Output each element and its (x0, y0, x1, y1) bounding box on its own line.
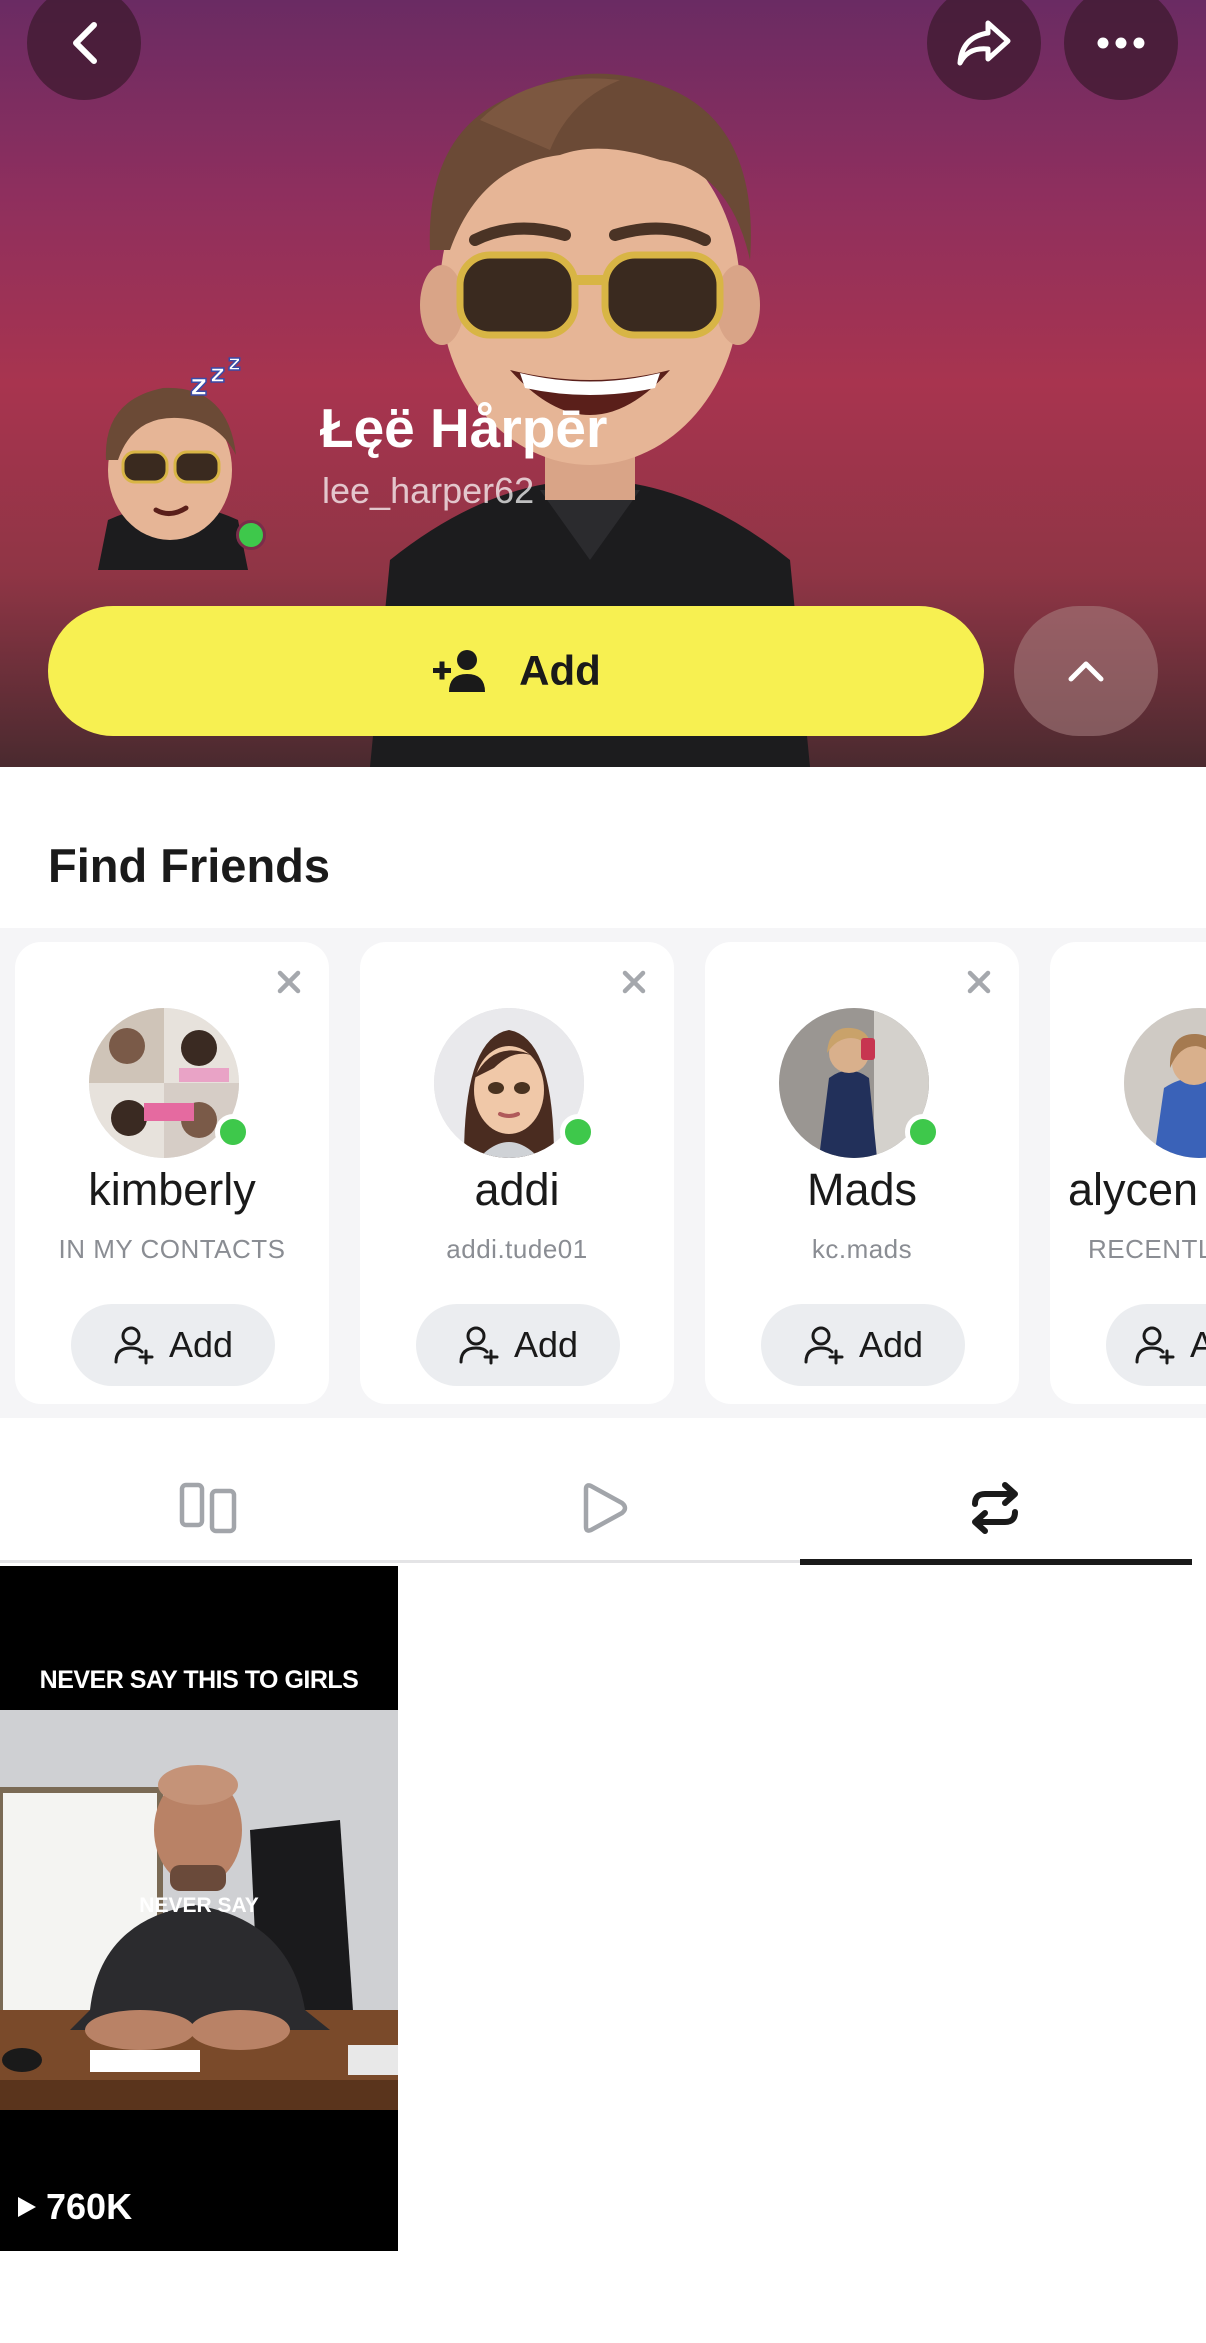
friend-name: alycen (1068, 1164, 1199, 1215)
friend-subtitle: kc.mads (811, 1234, 913, 1264)
online-status-dot (560, 1114, 596, 1150)
friend-add-button[interactable]: Add (761, 1304, 965, 1386)
friend-subtitle: RECENTLY (1088, 1234, 1206, 1264)
close-icon (967, 970, 991, 994)
display-name: Łęë Hårpēr (320, 397, 608, 459)
online-status-dot (236, 520, 266, 550)
online-status-dot (215, 1114, 251, 1150)
friend-add-label: Add (513, 1324, 579, 1365)
friend-card[interactable]: kimberly IN MY CONTACTS Add (15, 942, 329, 1404)
add-friend-label: Add (519, 647, 601, 694)
find-friends-carousel[interactable]: kimberly IN MY CONTACTS Add addi addi.tu… (0, 928, 1206, 1418)
chevron-left-icon (73, 22, 97, 64)
play-icon (583, 1483, 628, 1533)
tab-stories[interactable] (8, 1450, 408, 1566)
find-friends-title: Find Friends (48, 839, 330, 892)
friend-name: Mads (806, 1164, 918, 1215)
friend-add-label: Add (1190, 1324, 1206, 1365)
profile-tabs (0, 1450, 1206, 1566)
online-status-dot (905, 1114, 941, 1150)
video-overlay-text: NEVER SAY (139, 1894, 259, 1917)
friend-add-button[interactable]: Add (416, 1304, 620, 1386)
add-friend-icon (433, 650, 486, 692)
back-button[interactable] (27, 0, 141, 100)
dismiss-button[interactable] (961, 964, 997, 1000)
friend-card[interactable]: addi addi.tude01 Add (360, 942, 674, 1404)
more-button[interactable] (1064, 0, 1178, 100)
share-button[interactable] (927, 0, 1041, 100)
friend-card[interactable]: Mads kc.mads Add (705, 942, 1019, 1404)
friend-subtitle: IN MY CONTACTS (58, 1234, 286, 1264)
friend-add-button[interactable]: Add (71, 1304, 275, 1386)
friend-add-label: Add (168, 1324, 234, 1365)
svg-text:z: z (210, 359, 225, 389)
active-tab-indicator (800, 1559, 1192, 1565)
dismiss-button[interactable] (271, 964, 307, 1000)
friend-add-label: Add (858, 1324, 924, 1365)
repost-icon (972, 1482, 1018, 1534)
chevron-up-icon (1068, 661, 1104, 682)
more-horizontal-icon (1097, 37, 1145, 49)
share-arrow-icon (957, 20, 1011, 66)
friend-subtitle: addi.tude01 (446, 1234, 588, 1264)
view-count: 760K (16, 2186, 132, 2228)
view-count-label: 760K (46, 2186, 133, 2227)
add-user-icon (114, 1326, 154, 1365)
tab-spotlight[interactable] (403, 1450, 803, 1566)
username: lee_harper62 (322, 470, 535, 511)
video-caption: NEVER SAY THIS TO GIRLS (39, 1666, 359, 1694)
profile-header: z z z Łęë Hårpēr lee_harper62 Add (0, 0, 1206, 767)
spotlight-video-tile[interactable]: NEVER SAY THIS TO GIRLS NEVER SAY 760K (0, 1566, 398, 2251)
collapse-button[interactable] (1014, 606, 1158, 736)
friend-avatar[interactable] (1124, 1008, 1206, 1158)
svg-text:z: z (190, 368, 207, 403)
close-icon (622, 970, 646, 994)
friend-add-button[interactable]: Add (1106, 1304, 1206, 1386)
svg-text:z: z (228, 351, 241, 376)
friend-card[interactable]: alycen RECENTLY Add (1050, 942, 1206, 1404)
add-user-icon (459, 1326, 499, 1365)
add-user-icon (804, 1326, 844, 1365)
stories-grid-icon (179, 1482, 237, 1534)
dismiss-button[interactable] (616, 964, 652, 1000)
tab-reposts[interactable] (795, 1450, 1195, 1566)
add-user-icon (1135, 1326, 1175, 1365)
play-small-icon (18, 2197, 36, 2217)
friend-name: kimberly (88, 1164, 256, 1215)
friend-name: addi (474, 1164, 560, 1215)
close-icon (277, 970, 301, 994)
add-friend-button[interactable]: Add (48, 606, 984, 736)
